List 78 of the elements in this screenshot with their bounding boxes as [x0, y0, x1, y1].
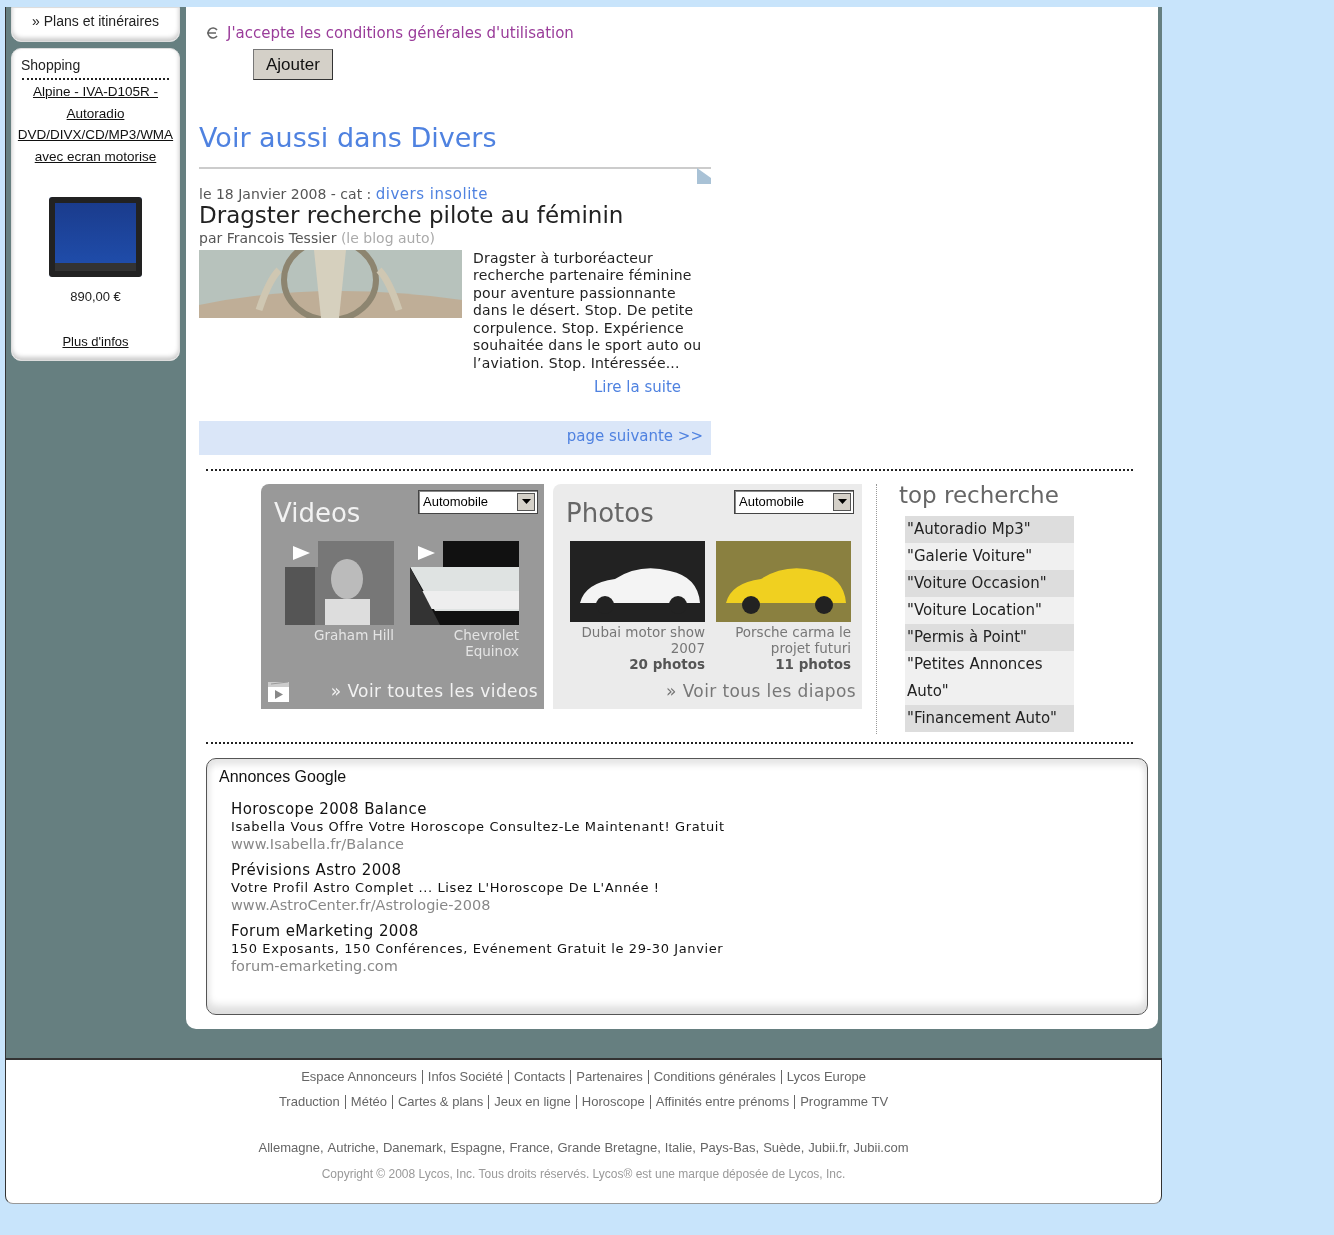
- top-search-link[interactable]: "Galerie Voiture": [905, 543, 1074, 571]
- country-link[interactable]: Autriche,: [327, 1139, 379, 1155]
- play-icon: [418, 545, 435, 560]
- ad-url[interactable]: forum-emarketing.com: [231, 956, 1135, 975]
- footer-link[interactable]: Traduction: [273, 1095, 345, 1110]
- car-photo[interactable]: [570, 540, 705, 622]
- ad-url[interactable]: www.Isabella.fr/Balance: [231, 834, 1135, 853]
- product-price: 890,00 €: [69, 288, 122, 306]
- ad-text: Isabella Vous Offre Votre Horoscope Consultez-Le Maintenant! Gratuit: [231, 817, 726, 835]
- article-summary: Dragster à turboréacteur recherche partenaire féminine pour aventure passionnante dans le désert. Stop. De petite corpulence. Stop. Expérience souhaitée dans le sport auto ou l’aviation. Stop. Intéressée...: [473, 249, 703, 373]
- corner-fold-icon: [697, 167, 711, 184]
- videos-title: Videos: [274, 496, 361, 530]
- top-search-link[interactable]: "Permis à Point": [905, 624, 1074, 652]
- photo-caption[interactable]: Dubai motor show 2007: [559, 623, 705, 656]
- country-link[interactable]: Pays-Bas,: [699, 1139, 760, 1155]
- video-thumbnail[interactable]: [410, 540, 519, 625]
- footer-link[interactable]: Partenaires: [570, 1069, 648, 1084]
- article-author: par Francois Tessier: [199, 229, 337, 246]
- article-title: Dragster recherche pilote au féminin: [199, 201, 625, 228]
- footer-link[interactable]: Jeux en ligne: [488, 1095, 576, 1110]
- top-search-link[interactable]: "Petites Annonces Auto": [905, 651, 1074, 706]
- caret-icon: [521, 499, 531, 505]
- video-clip-icon: [267, 680, 290, 703]
- section-title: Voir aussi dans Divers: [199, 121, 498, 155]
- country-link[interactable]: Jubii.fr,: [808, 1139, 850, 1155]
- footer-link[interactable]: Lycos Europe: [780, 1069, 871, 1084]
- top-search-link[interactable]: "Financement Auto": [905, 705, 1074, 733]
- ad-title[interactable]: Forum eMarketing 2008: [231, 922, 1135, 940]
- country-link[interactable]: Espagne,: [450, 1139, 506, 1155]
- country-link[interactable]: Jubii.com: [853, 1139, 909, 1155]
- category-link[interactable]: divers insolite: [375, 184, 488, 203]
- footer-link[interactable]: Affinités entre prénoms: [649, 1095, 795, 1110]
- photos-title: Photos: [566, 496, 654, 530]
- article-date: le 18 Janvier 2008 - cat :: [199, 185, 372, 202]
- country-link[interactable]: Allemagne,: [258, 1139, 324, 1155]
- play-icon: [293, 545, 310, 560]
- ads-title: Annonces Google: [219, 766, 348, 787]
- top-search-link[interactable]: "Voiture Location": [905, 597, 1074, 625]
- country-link[interactable]: Grande Bretagne,: [557, 1139, 661, 1155]
- ad-url[interactable]: www.AstroCenter.fr/Astrologie-2008: [231, 895, 1135, 914]
- car-photo[interactable]: [716, 540, 851, 622]
- copyright-text: Copyright © 2008 Lycos, Inc. Tous droits réservés. Lycos® est une marque déposée de Lycos, Inc.: [320, 1166, 847, 1184]
- caret-icon: [837, 499, 847, 505]
- terms-link[interactable]: conditions générales d'utilisation: [325, 24, 574, 42]
- top-search-link[interactable]: "Autoradio Mp3": [905, 516, 1074, 544]
- shopping-title: Shopping: [20, 56, 82, 75]
- add-button[interactable]: Ajouter: [253, 48, 333, 80]
- read-more-link[interactable]: Lire la suite: [594, 375, 682, 399]
- photo-count: 11 photos: [775, 655, 851, 673]
- footer-link[interactable]: Cartes & plans: [391, 1095, 489, 1110]
- category-dropdown[interactable]: Automobile: [418, 489, 538, 514]
- ad-title[interactable]: Prévisions Astro 2008: [231, 861, 1135, 879]
- country-link[interactable]: France,: [509, 1139, 554, 1155]
- category-dropdown[interactable]: Automobile: [734, 489, 854, 514]
- footer-link[interactable]: Programme TV: [794, 1095, 894, 1110]
- photo-count: 20 photos: [628, 655, 705, 673]
- all-slideshows-link[interactable]: » Voir tous les diapos: [666, 679, 856, 705]
- more-info-link[interactable]: Plus d'infos: [62, 331, 129, 351]
- footer-link[interactable]: Espace Annonceurs: [296, 1069, 422, 1084]
- top-search-link[interactable]: "Voiture Occasion": [905, 570, 1074, 598]
- footer-link[interactable]: Météo: [344, 1095, 392, 1110]
- epsilon-icon: [205, 27, 219, 40]
- photo-caption[interactable]: Porsche carma le projet futuri: [705, 623, 851, 656]
- product-link[interactable]: Alpine - IVA-D105R - Autoradio DVD/DIVX/CD/MP3/WMA avec ecran motorise: [12, 81, 179, 167]
- country-link[interactable]: Danemark,: [382, 1139, 447, 1155]
- country-link[interactable]: Suède,: [763, 1139, 805, 1155]
- video-thumbnail[interactable]: [285, 540, 394, 625]
- article-source: (le blog auto): [340, 229, 435, 246]
- footer-link[interactable]: Infos Société: [421, 1069, 508, 1084]
- footer-link[interactable]: Contacts: [507, 1069, 571, 1084]
- ad-text: Votre Profil Astro Complet ... Lisez L'Horoscope De L'Année !: [231, 878, 661, 896]
- terms-text: J'accepte les conditions générales d'utilisation: [227, 23, 574, 44]
- ad-title[interactable]: Horoscope 2008 Balance: [231, 800, 1135, 818]
- footer-link[interactable]: Horoscope: [575, 1095, 650, 1110]
- footer-link[interactable]: Conditions générales: [647, 1069, 781, 1084]
- top-searches-title: top recherche: [899, 480, 1060, 510]
- country-link[interactable]: Italie,: [664, 1139, 696, 1155]
- ad-text: 150 Exposants, 150 Conférences, Evénement Gratuit le 29-30 Janvier: [231, 939, 725, 957]
